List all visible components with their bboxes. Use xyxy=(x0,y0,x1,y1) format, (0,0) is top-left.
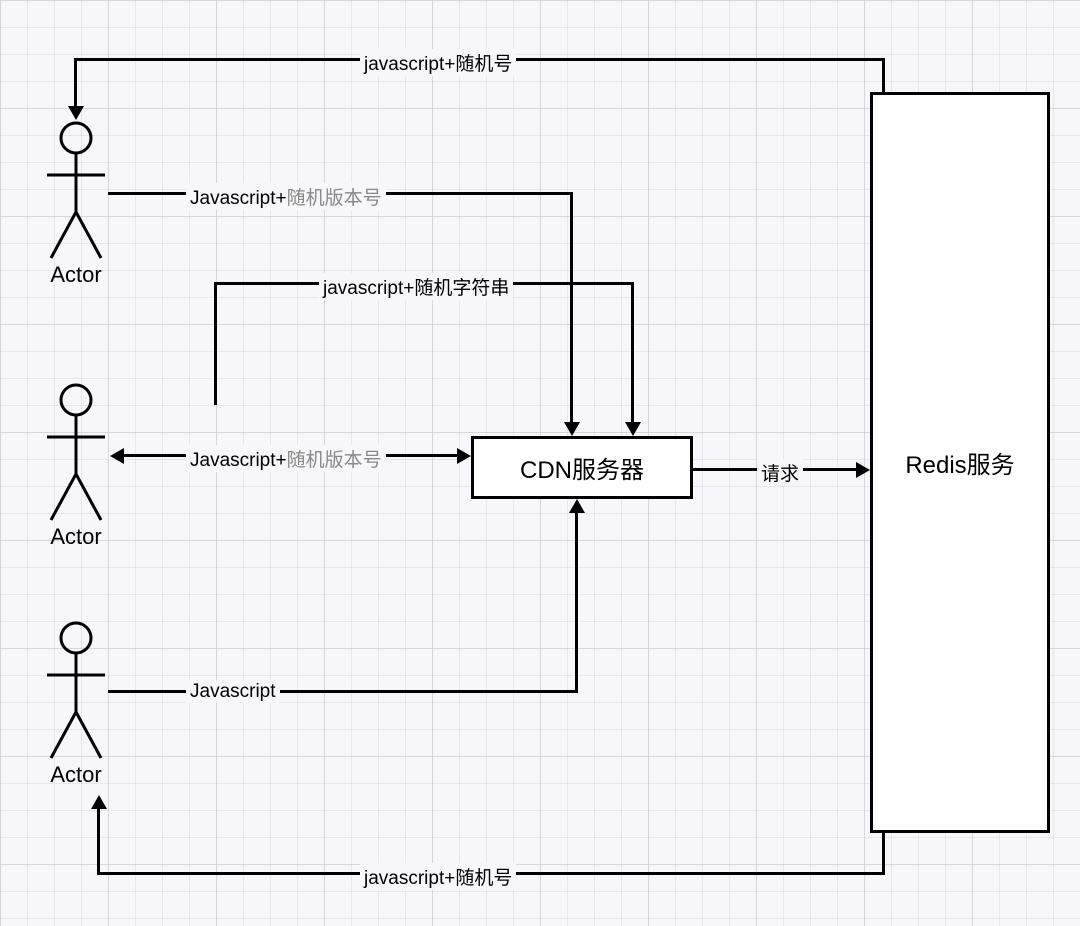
edge-actor1-cdn-arrow xyxy=(564,422,580,436)
node-redis-label: Redis服务 xyxy=(905,445,1014,480)
edge-redis-a3-v1 xyxy=(882,833,885,875)
edge-actor3-cdn-h xyxy=(108,690,578,693)
edge-cdn-redis-arrow xyxy=(856,462,870,478)
actor-3-label: Actor xyxy=(43,762,109,788)
actor-2-label: Actor xyxy=(43,524,109,550)
actor-1-label: Actor xyxy=(43,262,109,288)
edge-redis-a1-v1 xyxy=(882,58,885,92)
edge-cdn-loop-v2 xyxy=(631,282,634,422)
node-cdn: CDN服务器 xyxy=(471,436,693,499)
diagram-canvas: Actor Actor Actor CDN服务器 Redis服务 xyxy=(0,0,1080,926)
edge-cdn-loop-arrow xyxy=(625,422,641,436)
edge-redis-a1-label: javascript+随机号 xyxy=(360,49,516,76)
edge-cdn-loop-label: javascript+随机字符串 xyxy=(319,273,513,300)
edge-cdn-loop-v1 xyxy=(214,282,217,405)
edge-actor3-cdn-arrow xyxy=(569,499,585,513)
edge-redis-a1-arrow xyxy=(68,106,84,120)
actor-icon xyxy=(43,120,109,260)
actor-icon xyxy=(43,620,109,760)
edge-redis-a3-v2 xyxy=(97,808,100,875)
node-cdn-label: CDN服务器 xyxy=(520,450,644,485)
edge-actor2-cdn-arrow-left xyxy=(110,448,124,464)
edge-actor3-cdn-label: Javascript xyxy=(186,681,280,703)
edge-redis-a3-arrow xyxy=(91,795,107,809)
actor-2: Actor xyxy=(43,382,109,550)
edge-actor1-cdn-label: Javascript+随机版本号 xyxy=(186,183,386,210)
edge-redis-a1-v2 xyxy=(74,58,77,107)
edge-cdn-redis-label: 请求 xyxy=(757,459,803,486)
edge-redis-a3-label: javascript+随机号 xyxy=(360,863,516,890)
edge-actor3-cdn-v xyxy=(575,512,578,693)
edge-actor2-cdn-arrow-right xyxy=(457,448,471,464)
actor-3: Actor xyxy=(43,620,109,788)
edge-actor2-cdn-label: Javascript+随机版本号 xyxy=(186,445,386,472)
edge-actor1-cdn-v xyxy=(570,192,573,422)
actor-1: Actor xyxy=(43,120,109,288)
actor-icon xyxy=(43,382,109,522)
node-redis: Redis服务 xyxy=(870,92,1050,833)
